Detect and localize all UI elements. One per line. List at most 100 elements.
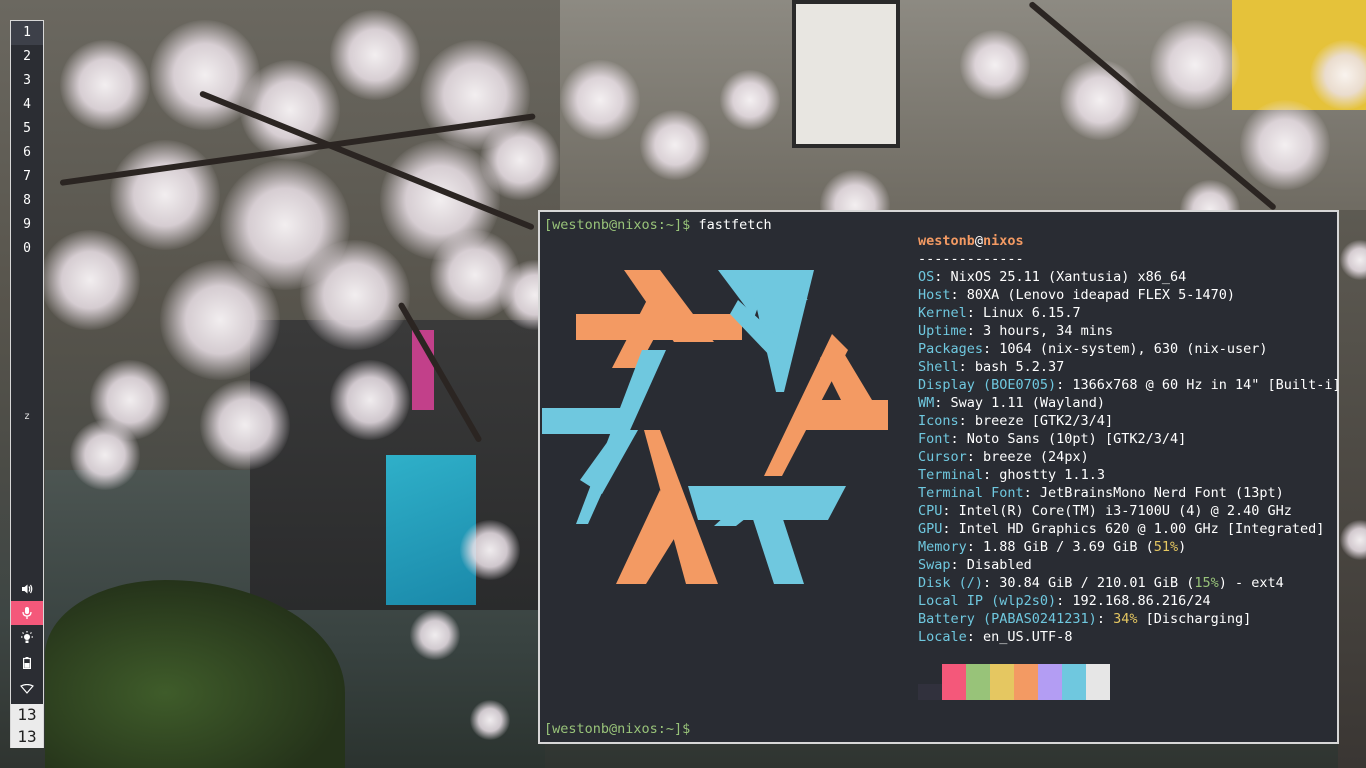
wifi-button[interactable] bbox=[11, 677, 43, 701]
info-row: Display (BOE0705): 1366x768 @ 60 Hz in 1… bbox=[918, 376, 1341, 394]
info-row: OS: NixOS 25.11 (Xantusia) x86_64 bbox=[918, 268, 1341, 286]
workspace-button-2[interactable]: 2 bbox=[11, 45, 43, 69]
microphone-button[interactable] bbox=[11, 601, 43, 625]
info-value: : Noto Sans (10pt) [GTK2/3/4] bbox=[950, 431, 1187, 447]
info-key: Icons bbox=[918, 413, 959, 429]
info-value: : 1064 (nix-system), 630 (nix-user) bbox=[983, 341, 1268, 357]
info-row-disk: Disk (/): 30.84 GiB / 210.01 GiB (15%) -… bbox=[918, 574, 1341, 592]
idle-indicator: z bbox=[23, 411, 31, 422]
info-key: Terminal Font bbox=[918, 485, 1024, 501]
info-row: Font: Noto Sans (10pt) [GTK2/3/4] bbox=[918, 430, 1341, 448]
sway-bar: 1234567890 z 13 13 bbox=[10, 20, 44, 748]
workspace-button-3[interactable]: 3 bbox=[11, 69, 43, 93]
info-value: : Disabled bbox=[950, 557, 1032, 573]
palette-swatch bbox=[918, 684, 942, 700]
workspace-button-9[interactable]: 9 bbox=[11, 213, 43, 237]
info-value: : ghostty 1.1.3 bbox=[983, 467, 1105, 483]
info-key: Locale bbox=[918, 629, 967, 645]
info-value: : Linux 6.15.7 bbox=[966, 305, 1081, 321]
info-value: : bbox=[1096, 611, 1114, 627]
info-value: : 3 hours, 34 mins bbox=[966, 323, 1114, 339]
workspace-button-5[interactable]: 5 bbox=[11, 117, 43, 141]
info-key: Font bbox=[918, 431, 951, 447]
typed-command: fastfetch bbox=[698, 217, 772, 233]
info-row: Host: 80XA (Lenovo ideapad FLEX 5-1470) bbox=[918, 286, 1341, 304]
info-key: Packages bbox=[918, 341, 984, 357]
palette-swatch bbox=[1038, 664, 1062, 700]
info-value: : NixOS 25.11 (Xantusia) x86_64 bbox=[934, 269, 1187, 285]
terminal-window[interactable]: [westonb@nixos:~]$ fastfetch westonb@nix… bbox=[538, 210, 1341, 744]
info-value: : 30.84 GiB / 210.01 GiB ( bbox=[983, 575, 1195, 591]
info-value: : Intel HD Graphics 620 @ 1.00 GHz [Inte… bbox=[942, 521, 1325, 537]
info-row: Kernel: Linux 6.15.7 bbox=[918, 304, 1341, 322]
info-value: : breeze (24px) bbox=[966, 449, 1089, 465]
info-row-battery: Battery (PABAS0241231): 34% [Discharging… bbox=[918, 610, 1341, 628]
info-key: Uptime bbox=[918, 323, 967, 339]
info-key: Disk (/) bbox=[918, 575, 984, 591]
info-key: WM bbox=[918, 395, 935, 411]
info-key: Local IP (wlp2s0) bbox=[918, 593, 1057, 609]
info-row: Terminal: ghostty 1.1.3 bbox=[918, 466, 1341, 484]
wifi-icon bbox=[20, 684, 34, 694]
battery-button[interactable] bbox=[11, 651, 43, 675]
workspace-list: 1234567890 bbox=[11, 21, 43, 261]
workspace-button-8[interactable]: 8 bbox=[11, 189, 43, 213]
hostname: nixos bbox=[983, 233, 1024, 249]
info-value: : 80XA (Lenovo ideapad FLEX 5-1470) bbox=[950, 287, 1235, 303]
palette-swatch bbox=[1086, 664, 1110, 700]
palette-swatch bbox=[966, 664, 990, 700]
nixos-logo bbox=[542, 270, 888, 584]
volume-button[interactable] bbox=[11, 577, 43, 601]
workspace-button-0[interactable]: 0 bbox=[11, 237, 43, 261]
palette-swatch bbox=[1062, 664, 1086, 700]
info-key: Cursor bbox=[918, 449, 967, 465]
clock-minute: 13 bbox=[11, 726, 43, 748]
info-row: Cursor: breeze (24px) bbox=[918, 448, 1341, 466]
microphone-icon bbox=[22, 607, 32, 619]
separator: ------------- bbox=[918, 251, 1024, 267]
info-key: Terminal bbox=[918, 467, 984, 483]
info-value-tail: [Discharging] bbox=[1137, 611, 1252, 627]
info-row: GPU: Intel HD Graphics 620 @ 1.00 GHz [I… bbox=[918, 520, 1341, 538]
info-row: Packages: 1064 (nix-system), 630 (nix-us… bbox=[918, 340, 1341, 358]
info-value: : JetBrainsMono Nerd Font (13pt) bbox=[1023, 485, 1284, 501]
info-value: : 192.168.86.216/24 bbox=[1056, 593, 1211, 609]
info-key: Swap bbox=[918, 557, 951, 573]
info-row: CPU: Intel(R) Core(TM) i3-7100U (4) @ 2.… bbox=[918, 502, 1341, 520]
brightness-button[interactable] bbox=[11, 626, 43, 650]
shell-prompt: [westonb@nixos:~]$ bbox=[544, 721, 691, 737]
info-row: Shell: bash 5.2.37 bbox=[918, 358, 1341, 376]
info-row-memory: Memory: 1.88 GiB / 3.69 GiB (51%) bbox=[918, 538, 1341, 556]
workspace-button-6[interactable]: 6 bbox=[11, 141, 43, 165]
at-sign: @ bbox=[974, 233, 984, 249]
info-row-locale: Locale: en_US.UTF-8 bbox=[918, 628, 1341, 646]
info-key: Shell bbox=[918, 359, 959, 375]
info-value: : Sway 1.11 (Wayland) bbox=[934, 395, 1105, 411]
palette-swatch bbox=[1014, 664, 1038, 700]
wallpaper-right-edge bbox=[1338, 210, 1366, 768]
info-key: GPU bbox=[918, 521, 943, 537]
info-key: Display (BOE0705) bbox=[918, 377, 1057, 393]
command-line: [westonb@nixos:~]$ fastfetch bbox=[544, 216, 772, 234]
info-key: Host bbox=[918, 287, 951, 303]
info-row: Icons: breeze [GTK2/3/4] bbox=[918, 412, 1341, 430]
info-row-swap: Swap: Disabled bbox=[918, 556, 1341, 574]
info-row: Terminal Font: JetBrainsMono Nerd Font (… bbox=[918, 484, 1341, 502]
info-value-tail: ) - ext4 bbox=[1218, 575, 1284, 591]
wallpaper-boat-panel bbox=[386, 455, 476, 605]
info-value: : breeze [GTK2/3/4] bbox=[958, 413, 1114, 429]
brightness-icon bbox=[21, 631, 33, 643]
disk-percent: 15% bbox=[1194, 575, 1219, 591]
info-key: Kernel bbox=[918, 305, 967, 321]
input-line[interactable]: [westonb@nixos:~]$ bbox=[544, 720, 690, 738]
info-value: : en_US.UTF-8 bbox=[966, 629, 1073, 645]
battery-percent: 34% bbox=[1113, 611, 1138, 627]
workspace-button-1[interactable]: 1 bbox=[11, 21, 43, 45]
workspace-button-4[interactable]: 4 bbox=[11, 93, 43, 117]
info-key: Battery (PABAS0241231) bbox=[918, 611, 1097, 627]
info-row: Uptime: 3 hours, 34 mins bbox=[918, 322, 1341, 340]
info-list: OS: NixOS 25.11 (Xantusia) x86_64 Host: 8… bbox=[918, 268, 1341, 538]
info-value: : Intel(R) Core(TM) i3-7100U (4) @ 2.40 … bbox=[942, 503, 1292, 519]
workspace-button-7[interactable]: 7 bbox=[11, 165, 43, 189]
palette-swatch bbox=[990, 664, 1014, 700]
